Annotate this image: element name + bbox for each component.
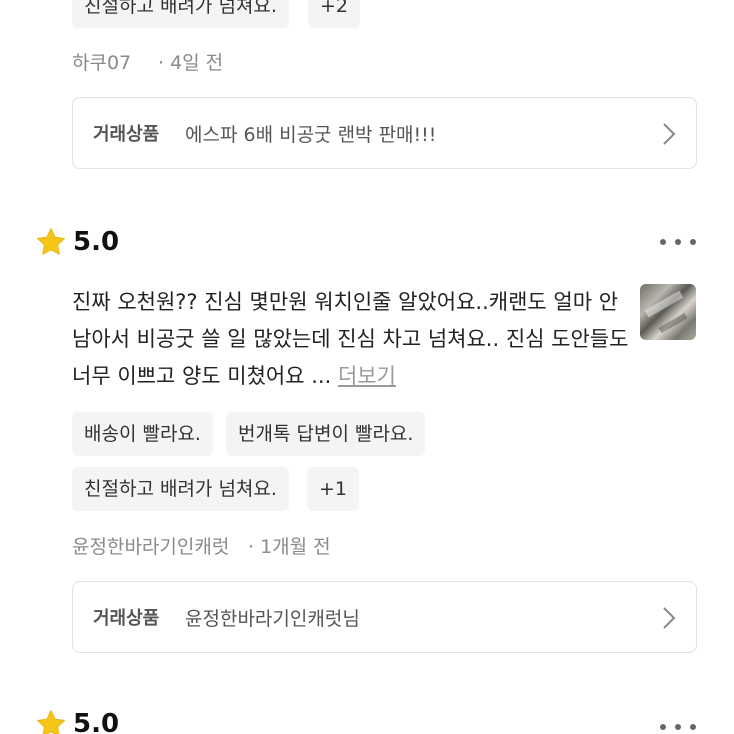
trade-product-name: 에스파 6배 비공굿 랜박 판매!!! — [185, 124, 437, 146]
rating-value: 5.0 — [73, 227, 120, 257]
trade-product-card[interactable]: 거래상품 에스파 6배 비공굿 랜박 판매!!! — [72, 97, 697, 169]
review-rating: 5.0 — [35, 226, 119, 258]
star-icon — [37, 710, 65, 734]
rating-value: 5.0 — [73, 709, 120, 734]
trade-product-name: 윤정한바라기인캐럿님 — [185, 608, 360, 630]
review-photo-thumbnail[interactable] — [640, 284, 696, 340]
review-time: · 1개월 전 — [248, 536, 331, 558]
trade-product-card[interactable]: 거래상품 윤정한바라기인캐럿님 — [72, 581, 697, 653]
more-horizontal-icon[interactable] — [660, 237, 696, 247]
chevron-right-icon — [663, 123, 676, 145]
see-more-link[interactable]: 더보기 — [338, 364, 396, 388]
chevron-right-icon — [663, 607, 676, 629]
trade-product-label: 거래상품 — [93, 124, 160, 145]
review-time: · 4일 전 — [158, 52, 224, 74]
trade-product-label: 거래상품 — [93, 608, 160, 629]
review-tag-more-count[interactable]: +2 — [308, 0, 361, 28]
star-icon — [37, 228, 65, 255]
more-horizontal-icon[interactable] — [660, 722, 696, 732]
review-author[interactable]: 윤정한바라기인캐럿 — [72, 532, 229, 559]
review-tag: 친절하고 배려가 넘쳐요. — [72, 467, 289, 511]
review-tag: 번개톡 답변이 빨라요. — [226, 412, 426, 456]
review-tag: 배송이 빨라요. — [72, 412, 213, 456]
review-tag: 친절하고 배려가 넘쳐요. — [72, 0, 289, 28]
review-text-block: 진짜 오천원?? 진심 몇만원 워치인줄 알았어요..캐랜도 얼마 안 남아서 … — [72, 284, 632, 395]
review-rating: 5.0 — [35, 708, 119, 734]
review-tag-more-count[interactable]: +1 — [307, 467, 360, 511]
review-author[interactable]: 하쿠07 — [72, 48, 131, 75]
